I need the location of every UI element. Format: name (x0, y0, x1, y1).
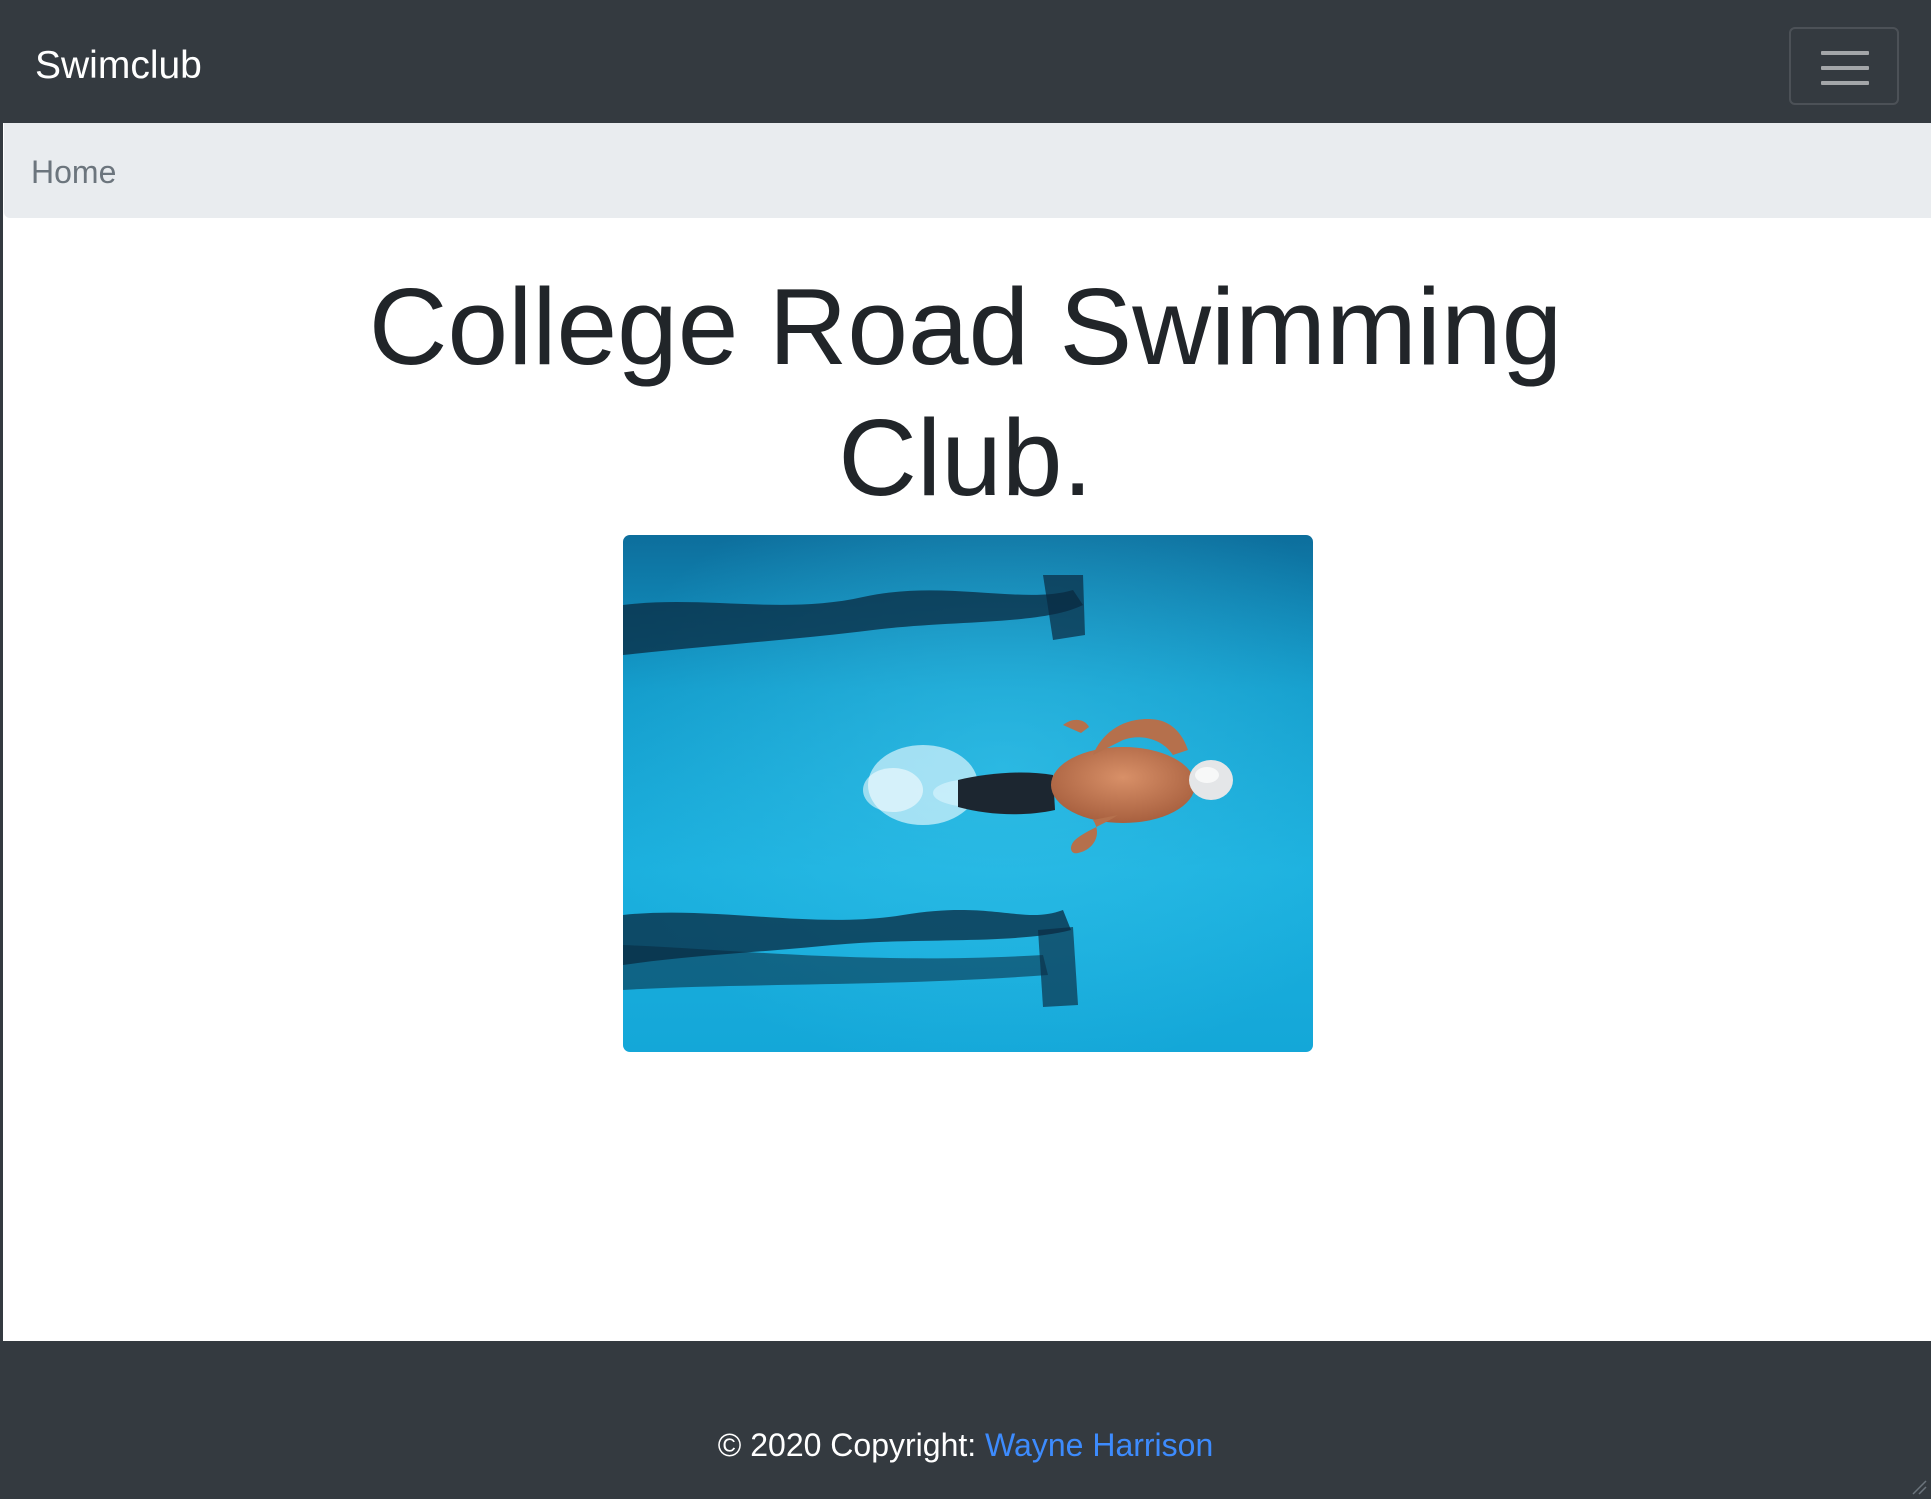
navbar: Swimclub (0, 0, 1931, 123)
footer-copyright: © 2020 Copyright: Wayne Harrison (0, 1423, 1931, 1467)
copyright-text: © 2020 Copyright: (717, 1427, 986, 1463)
window-left-border (0, 0, 3, 1499)
breadcrumb-item-home: Home (31, 154, 117, 190)
author-link[interactable]: Wayne Harrison (985, 1427, 1213, 1463)
page-title: College Road Swimming Club. (368, 266, 1563, 519)
navbar-toggler-button[interactable] (1789, 27, 1899, 105)
page: Swimclub Home College Road Swimming Club… (0, 0, 1931, 1499)
navbar-brand[interactable]: Swimclub (35, 42, 202, 90)
breadcrumb (4, 123, 1931, 218)
hero-image (623, 535, 1313, 1052)
resize-grip-icon[interactable] (1911, 1479, 1927, 1495)
footer (0, 1341, 1931, 1499)
